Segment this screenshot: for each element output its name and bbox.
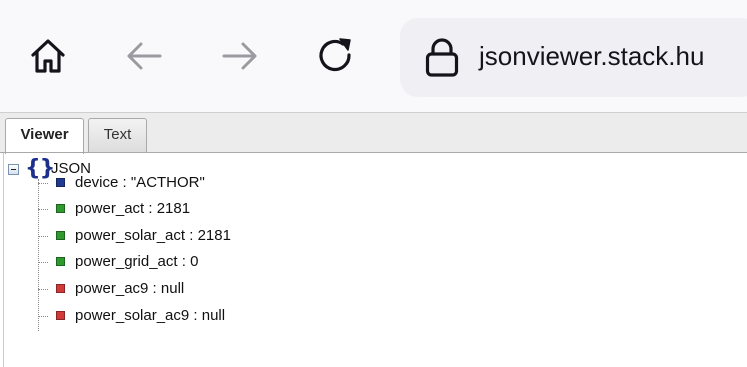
tree-branch-line (38, 209, 48, 210)
collapse-toggle-icon[interactable] (8, 164, 19, 175)
tree-node-label[interactable]: power_act : 2181 (75, 199, 190, 219)
number-type-icon (56, 257, 65, 266)
json-viewer-app: Viewer Text {} JSON device : "ACTHOR" po… (0, 112, 747, 367)
tree-branch-line (38, 262, 48, 263)
tree-node[interactable]: power_grid_act : 0 (38, 249, 438, 275)
tab-viewer[interactable]: Viewer (5, 118, 84, 154)
tree-branch-line (38, 183, 48, 184)
string-type-icon (56, 178, 65, 187)
home-icon[interactable] (26, 34, 70, 78)
lock-icon[interactable] (422, 37, 462, 79)
tree-branch-line (38, 236, 48, 237)
tree-node[interactable]: power_solar_ac9 : null (38, 303, 438, 329)
json-tree: {} JSON device : "ACTHOR" power_act : 21… (0, 153, 747, 367)
null-type-icon (56, 284, 65, 293)
tab-strip: Viewer Text (0, 112, 747, 154)
reload-icon[interactable] (314, 34, 358, 78)
null-type-icon (56, 311, 65, 320)
tree-node-label[interactable]: power_solar_ac9 : null (75, 306, 225, 326)
tree-node[interactable]: power_solar_act : 2181 (38, 223, 438, 249)
tree-branch-line (38, 289, 48, 290)
tree-node-label[interactable]: power_grid_act : 0 (75, 252, 198, 272)
number-type-icon (56, 204, 65, 213)
tree-node-label[interactable]: device : "ACTHOR" (75, 173, 205, 193)
arrow-left-icon[interactable] (122, 34, 166, 78)
number-type-icon (56, 231, 65, 240)
tree-node[interactable]: power_ac9 : null (38, 276, 438, 302)
address-bar[interactable]: jsonviewer.stack.hu (400, 18, 747, 97)
tab-text[interactable]: Text (88, 118, 147, 153)
tree-node-label[interactable]: power_ac9 : null (75, 279, 184, 299)
browser-toolbar: jsonviewer.stack.hu (0, 0, 747, 112)
tree-node[interactable]: power_act : 2181 (38, 196, 438, 222)
tree-node[interactable]: device : "ACTHOR" (38, 170, 438, 196)
tree-node-label[interactable]: power_solar_act : 2181 (75, 226, 231, 246)
tree-branch-line (38, 316, 48, 317)
arrow-right-icon[interactable] (218, 34, 262, 78)
url-text[interactable]: jsonviewer.stack.hu (479, 40, 704, 72)
